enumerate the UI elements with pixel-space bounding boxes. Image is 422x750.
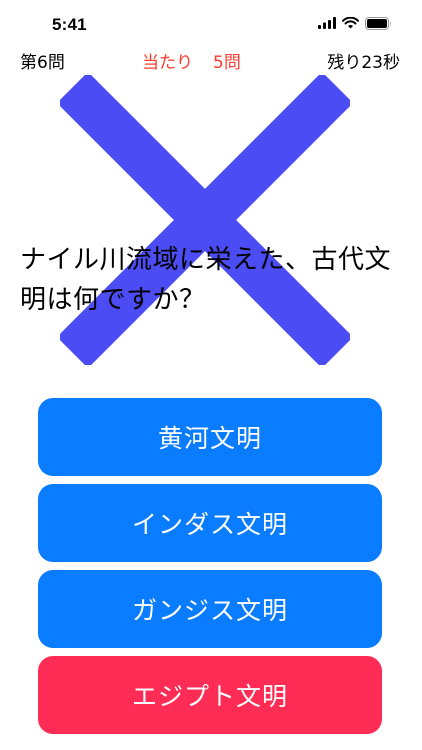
answer-button-1[interactable]: 黄河文明 xyxy=(38,398,382,476)
signal-icon xyxy=(318,17,336,29)
answer-button-3[interactable]: ガンジス文明 xyxy=(38,570,382,648)
status-bar: 5:41 xyxy=(0,0,422,44)
time-remaining: 残り23秒 xyxy=(327,53,400,73)
status-time: 5:41 xyxy=(52,15,87,34)
question-number: 第6問 xyxy=(20,53,65,73)
answer-button-4[interactable]: エジプト文明 xyxy=(38,656,382,734)
answer-button-2[interactable]: インダス文明 xyxy=(38,484,382,562)
battery-icon xyxy=(365,16,391,30)
question-text: ナイル川流域に栄えた、古代文明は何ですか？ xyxy=(20,245,392,315)
answer-list: 黄河文明 インダス文明 ガンジス文明 エジプト文明 xyxy=(38,398,382,742)
hits-counter: 当たり 5問 xyxy=(142,48,241,73)
status-icons xyxy=(318,16,392,30)
cross-mark-icon xyxy=(60,75,350,365)
hits-count: 5問 xyxy=(213,53,241,73)
hits-label: 当たり xyxy=(142,53,193,73)
wifi-icon xyxy=(342,17,359,29)
quiz-header: 第6問 当たり 5問 残り23秒 xyxy=(0,46,422,74)
